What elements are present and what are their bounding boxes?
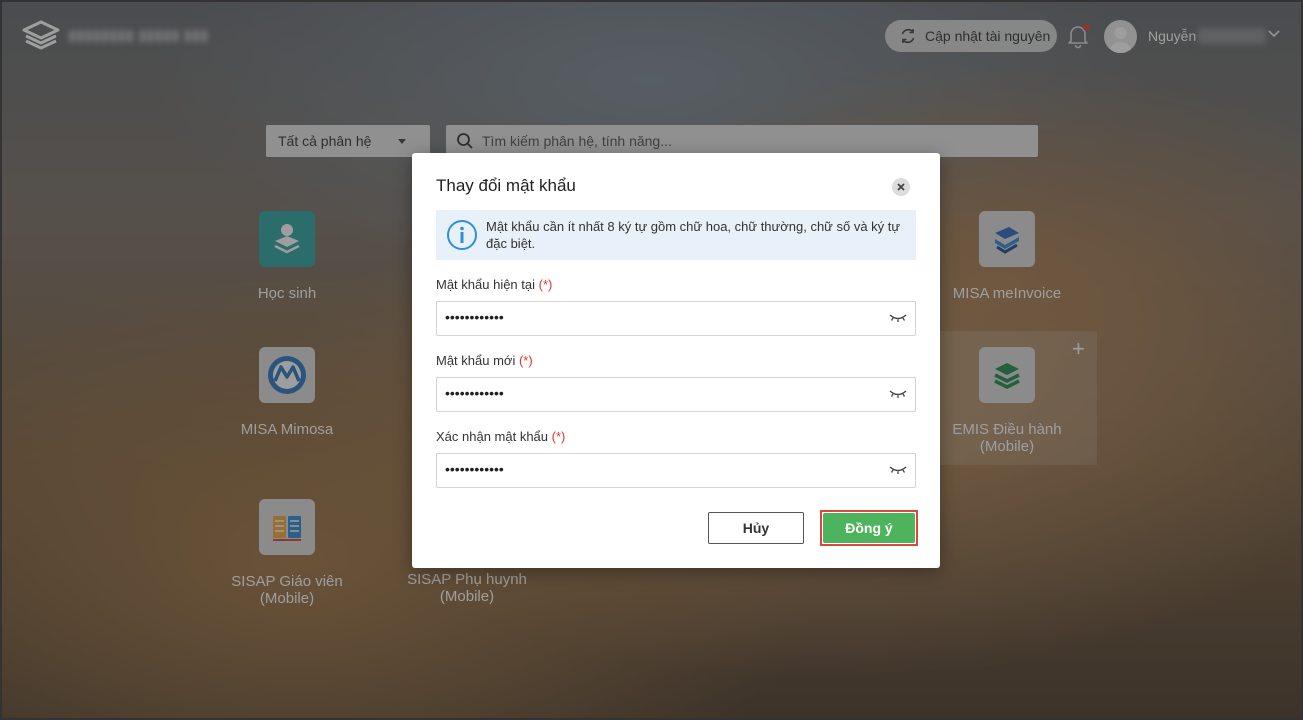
eye-closed-icon[interactable] bbox=[889, 312, 907, 324]
dialog-title: Thay đổi mật khẩu bbox=[436, 176, 576, 195]
cancel-button[interactable]: Hủy bbox=[708, 512, 804, 544]
eye-closed-icon[interactable] bbox=[889, 464, 907, 476]
info-icon bbox=[447, 220, 477, 250]
required-mark: (*) bbox=[538, 277, 553, 292]
confirm-password-field[interactable]: •••••••••••• bbox=[436, 453, 916, 488]
confirm-password-label: Xác nhận mật khẩu (*) bbox=[436, 429, 565, 444]
new-password-value: •••••••••••• bbox=[445, 385, 504, 401]
new-password-field[interactable]: •••••••••••• bbox=[436, 377, 916, 412]
close-icon bbox=[897, 183, 905, 191]
current-password-label-text: Mật khẩu hiện tại bbox=[436, 277, 536, 292]
current-password-value: •••••••••••• bbox=[445, 309, 504, 325]
confirm-password-value: •••••••••••• bbox=[445, 461, 504, 477]
close-button[interactable] bbox=[892, 178, 910, 196]
current-password-field[interactable]: •••••••••••• bbox=[436, 301, 916, 336]
password-requirements-notice: Mật khẩu cần ít nhất 8 ký tự gồm chữ hoa… bbox=[436, 210, 916, 260]
confirm-password-label-text: Xác nhận mật khẩu bbox=[436, 429, 549, 444]
info-text: Mật khẩu cần ít nhất 8 ký tự gồm chữ hoa… bbox=[486, 219, 901, 251]
required-mark: (*) bbox=[551, 429, 566, 444]
change-password-dialog: Thay đổi mật khẩu Mật khẩu cần ít nhất 8… bbox=[412, 153, 940, 568]
required-mark: (*) bbox=[518, 353, 533, 368]
confirm-button[interactable]: Đồng ý bbox=[823, 513, 915, 543]
eye-closed-icon[interactable] bbox=[889, 388, 907, 400]
current-password-label: Mật khẩu hiện tại (*) bbox=[436, 277, 552, 292]
new-password-label-text: Mật khẩu mới bbox=[436, 353, 516, 368]
new-password-label: Mật khẩu mới (*) bbox=[436, 353, 533, 368]
